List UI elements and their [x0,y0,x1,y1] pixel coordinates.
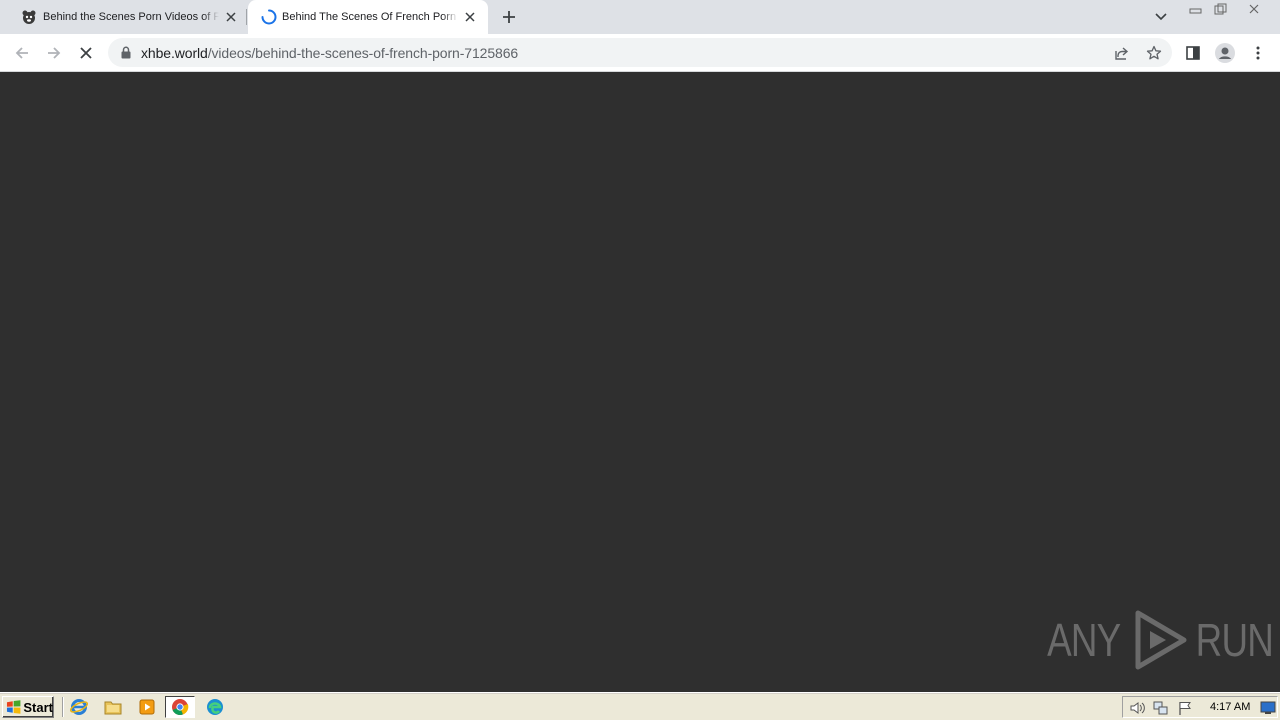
system-tray: 4:17 AM [1122,696,1278,718]
minimize-button[interactable] [1183,0,1209,18]
bookmark-button[interactable] [1144,43,1164,63]
kebab-menu-icon [1256,46,1260,60]
tab-separator [246,9,247,25]
share-icon [1115,47,1129,60]
tab-active[interactable]: Behind The Scenes Of French Porn | [248,0,488,34]
close-icon [80,47,92,59]
arrow-right-icon [48,47,61,59]
star-icon [1146,45,1162,60]
flag-icon[interactable] [1177,700,1193,716]
new-tab-button[interactable] [500,8,518,26]
restore-button[interactable] [1208,0,1234,18]
arrow-left-icon [15,47,28,59]
loading-spinner-icon [261,9,277,25]
tab-title: Behind The Scenes Of French Porn | [282,11,458,23]
tab-strip: Behind the Scenes Porn Videos of Fu Behi… [0,0,1280,34]
xhamster-icon [22,10,36,24]
profile-button[interactable] [1213,41,1237,65]
avatar-icon [1215,43,1235,63]
lock-icon[interactable] [120,46,132,59]
tab-title: Behind the Scenes Porn Videos of Fu [43,11,219,23]
chrome-taskbar-button[interactable] [165,696,195,718]
folder-icon[interactable] [104,698,122,716]
taskbar: Start 4:17 AM [0,692,1280,720]
start-button[interactable]: Start [2,696,54,718]
tab-inactive[interactable]: Behind the Scenes Porn Videos of Fu [8,0,246,34]
tab-close-icon[interactable] [462,9,478,25]
back-button[interactable] [10,41,34,65]
side-panel-icon [1186,46,1200,60]
edge-icon[interactable] [206,698,224,716]
close-icon [1249,4,1259,14]
chevron-down-icon [1155,13,1167,21]
page-content: ANY RUN [0,72,1280,692]
side-panel-button[interactable] [1181,41,1205,65]
address-bar[interactable]: xhbe.world/videos/behind-the-scenes-of-f… [108,38,1172,67]
close-window-button[interactable] [1240,0,1268,18]
clock[interactable]: 4:17 AM [1210,700,1250,714]
volume-icon[interactable] [1129,700,1145,716]
url-host: xhbe.world [141,45,208,61]
windows-logo-icon [6,700,21,714]
stop-loading-button[interactable] [74,41,98,65]
browser-toolbar: xhbe.world/videos/behind-the-scenes-of-f… [0,34,1280,72]
tab-close-icon[interactable] [223,9,239,25]
watermark-text-left: ANY [1047,614,1121,666]
url-path: /videos/behind-the-scenes-of-french-porn… [207,45,519,61]
start-label: Start [23,699,53,715]
chrome-icon [172,699,189,715]
share-button[interactable] [1112,43,1132,63]
network-icon[interactable] [1153,700,1169,716]
minimize-icon [1189,8,1202,14]
internet-explorer-icon[interactable] [70,698,88,716]
desktop-icon[interactable] [1260,700,1276,716]
menu-button[interactable] [1246,41,1270,65]
url-text[interactable]: xhbe.world/videos/behind-the-scenes-of-f… [141,45,518,61]
restore-icon [1214,3,1227,15]
play-logo-icon [1135,610,1187,670]
plus-icon [503,11,515,23]
taskbar-separator [62,697,64,717]
watermark-text-right: RUN [1195,614,1273,666]
anyrun-watermark: ANY RUN [1038,608,1280,672]
tab-search-button[interactable] [1152,8,1170,26]
forward-button[interactable] [42,41,66,65]
media-player-icon[interactable] [138,698,156,716]
